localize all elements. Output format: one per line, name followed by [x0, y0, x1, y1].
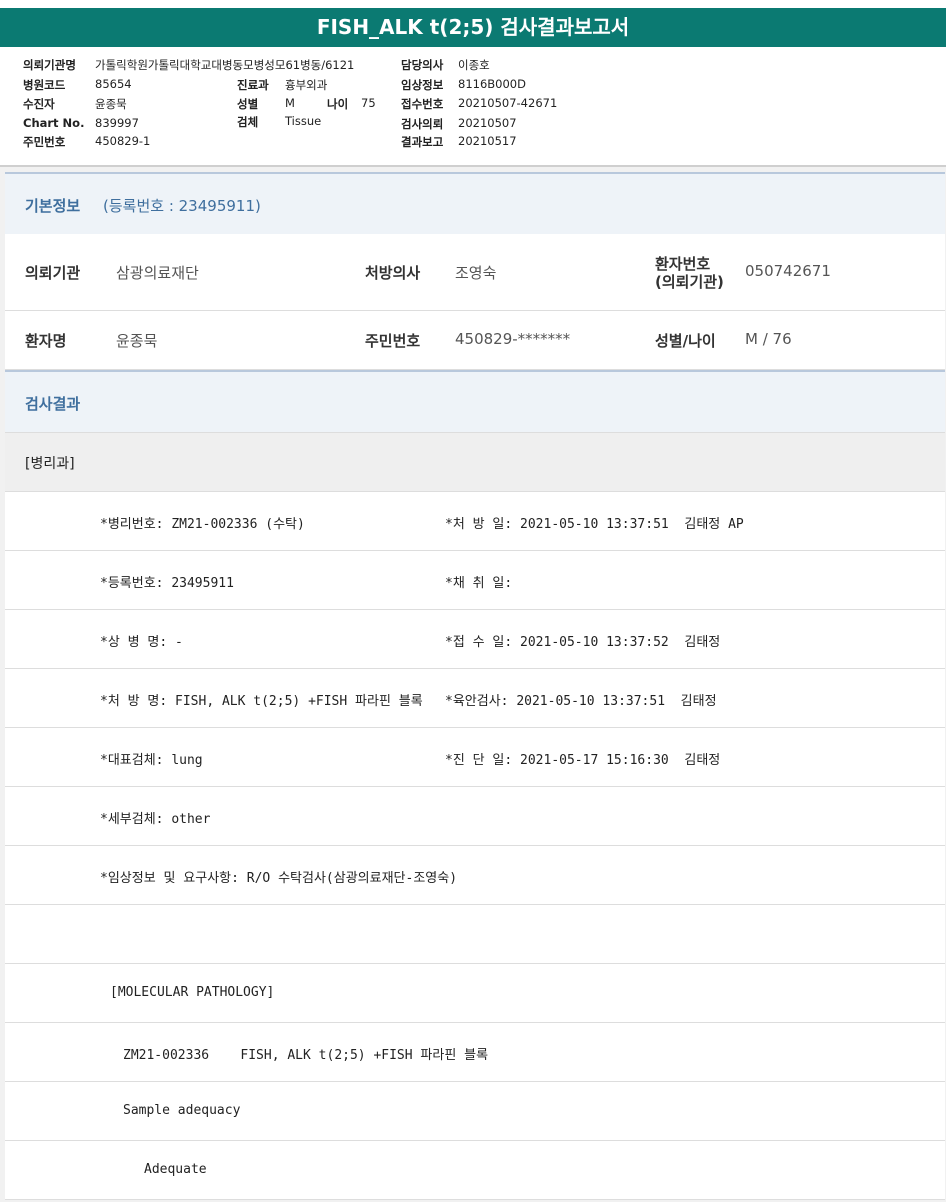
- header-value: M: [285, 96, 295, 110]
- department-label: [병리과]: [25, 456, 75, 472]
- result-text: *대표검체: lung: [100, 753, 203, 768]
- header-value: 20210507: [458, 116, 517, 130]
- result-row: *등록번호: 23495911 *채 취 일:: [5, 551, 945, 610]
- result-text: *임상정보 및 요구사항: R/O 수탁검사(삼광의료재단-조영숙): [100, 871, 458, 886]
- header-value: 이종호: [458, 58, 490, 72]
- result-text: *접 수 일: 2021-05-10 13:37:52 김태정: [445, 635, 721, 650]
- result-text: *병리번호: ZM21-002336 (수탁): [100, 517, 305, 532]
- header-label: 검체: [237, 115, 259, 129]
- top-strip: [0, 0, 946, 8]
- header-label: 임상정보: [401, 78, 444, 92]
- result-header: 검사결과: [5, 370, 945, 432]
- header-value: 흉부외과: [285, 78, 328, 92]
- result-text: *진 단 일: 2021-05-17 15:16:30 김태정: [445, 753, 721, 768]
- header-value: 75: [361, 96, 376, 110]
- result-text: *처 방 명: FISH, ALK t(2;5) +FISH 파라핀 블록: [100, 694, 423, 709]
- department-row: [병리과]: [5, 432, 945, 492]
- result-text: Sample adequacy: [123, 1103, 241, 1118]
- header-label: 접수번호: [401, 97, 444, 111]
- header-label: 성별: [237, 97, 259, 111]
- info-value: 윤종묵: [116, 332, 158, 350]
- info-value: M / 76: [745, 330, 792, 348]
- header-value: 450829-1: [95, 134, 151, 148]
- info-label: 의뢰기관: [25, 264, 81, 282]
- header-label: Chart No.: [23, 116, 85, 130]
- result-text: ZM21-002336 FISH, ALK t(2;5) +FISH 파라핀 블…: [123, 1048, 489, 1063]
- header-label: 나이: [327, 97, 349, 111]
- result-row: *처 방 명: FISH, ALK t(2;5) +FISH 파라핀 블록 *육안…: [5, 669, 945, 728]
- basic-info-row: 의뢰기관 삼광의료재단 처방의사 조영숙 환자번호 (의뢰기관) 0507426…: [5, 234, 945, 311]
- result-row: Sample adequacy: [5, 1082, 945, 1141]
- result-text: [MOLECULAR PATHOLOGY]: [110, 985, 275, 1000]
- registration-number: (등록번호 : 23495911): [103, 197, 261, 215]
- result-text: *육안검사: 2021-05-10 13:37:51 김태정: [445, 694, 717, 709]
- header-label: 검사의뢰: [401, 117, 444, 131]
- report-title: FISH_ALK t(2;5) 검사결과보고서: [0, 8, 946, 47]
- header-value: 85654: [95, 77, 132, 91]
- result-row: [5, 905, 945, 964]
- info-label: 처방의사: [365, 264, 421, 282]
- header-value: 839997: [95, 116, 139, 130]
- info-value: 삼광의료재단: [116, 264, 199, 282]
- header-value: 20210507-42671: [458, 96, 558, 110]
- header-label: 주민번호: [23, 135, 66, 149]
- result-text: *등록번호: 23495911: [100, 576, 234, 591]
- result-row: ZM21-002336 FISH, ALK t(2;5) +FISH 파라핀 블…: [5, 1023, 945, 1082]
- header-value: 8116B000D: [458, 77, 526, 91]
- result-text: *처 방 일: 2021-05-10 13:37:51 김태정 AP: [445, 517, 744, 532]
- header-value: 가톨릭학원가톨릭대학교대병동모병성모61병동/6121: [95, 58, 355, 72]
- header-label: 진료과: [237, 78, 269, 92]
- result-row: *상 병 명: - *접 수 일: 2021-05-10 13:37:52 김태정: [5, 610, 945, 669]
- result-row: *세부검체: other: [5, 787, 945, 846]
- info-value: 050742671: [745, 262, 831, 280]
- result-text: *세부검체: other: [100, 812, 211, 827]
- header-label: 결과보고: [401, 135, 444, 149]
- report-header: 의뢰기관명 가톨릭학원가톨릭대학교대병동모병성모61병동/6121 병원코드 8…: [0, 47, 946, 167]
- header-value: 윤종묵: [95, 97, 127, 111]
- result-text: *상 병 명: -: [100, 635, 183, 650]
- header-label: 수진자: [23, 97, 55, 111]
- header-value: 20210517: [458, 134, 517, 148]
- header-label: 의뢰기관명: [23, 58, 76, 72]
- result-text: Adequate: [144, 1162, 207, 1177]
- info-value: 450829-*******: [455, 330, 571, 348]
- result-row: *임상정보 및 요구사항: R/O 수탁검사(삼광의료재단-조영숙): [5, 846, 945, 905]
- header-label: 병원코드: [23, 78, 66, 92]
- info-label: 성별/나이: [655, 332, 716, 350]
- result-text: *채 취 일:: [445, 576, 513, 591]
- result-row: *대표검체: lung *진 단 일: 2021-05-17 15:16:30 김…: [5, 728, 945, 787]
- result-row: *병리번호: ZM21-002336 (수탁) *처 방 일: 2021-05-1…: [5, 492, 945, 551]
- basic-info-title: 기본정보: [25, 197, 81, 215]
- info-label: 주민번호: [365, 332, 421, 350]
- header-value: Tissue: [285, 114, 322, 128]
- info-value: 조영숙: [455, 264, 497, 282]
- result-row: [MOLECULAR PATHOLOGY]: [5, 964, 945, 1023]
- result-row: Adequate: [5, 1141, 945, 1200]
- result-title: 검사결과: [25, 395, 81, 413]
- info-label: 환자명: [25, 332, 67, 350]
- info-label-sub: (의뢰기관): [655, 273, 724, 291]
- basic-info-row: 환자명 윤종묵 주민번호 450829-******* 성별/나이 M / 76: [5, 311, 945, 370]
- header-label: 담당의사: [401, 58, 444, 72]
- basic-info-header: 기본정보 (등록번호 : 23495911): [5, 172, 945, 234]
